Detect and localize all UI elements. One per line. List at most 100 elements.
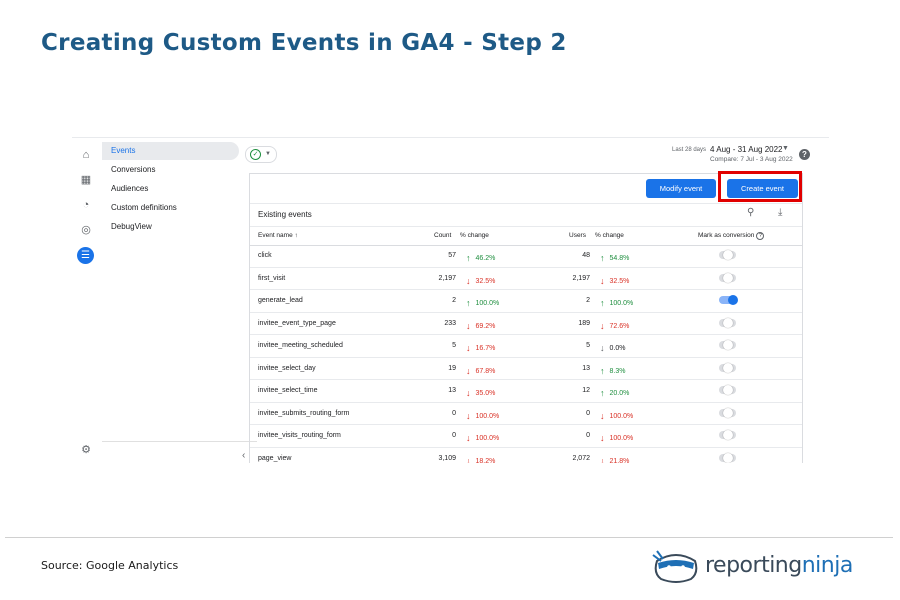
date-range-picker[interactable]: 4 Aug - 31 Aug 2022 bbox=[710, 145, 783, 154]
table-row[interactable]: invitee_submits_routing_form 0 ↓ 100.0% 0 ↓ 10… bbox=[250, 403, 802, 425]
col-mark-conversion-label: Mark as conversion bbox=[698, 232, 755, 239]
event-name-cell[interactable]: first_visit bbox=[258, 275, 285, 282]
col-count-change[interactable]: % change bbox=[460, 232, 489, 239]
count-change-value: 32.5% bbox=[475, 277, 496, 285]
toggle-knob bbox=[723, 430, 733, 440]
existing-events-title: Existing events bbox=[258, 210, 312, 219]
event-name-cell[interactable]: generate_lead bbox=[258, 297, 303, 304]
subnav-item-audiences[interactable]: Audiences bbox=[102, 180, 239, 198]
event-name-cell[interactable]: invitee_visits_routing_form bbox=[258, 432, 341, 439]
event-name-cell[interactable]: invitee_meeting_scheduled bbox=[258, 342, 343, 349]
toggle-knob bbox=[723, 317, 733, 328]
modify-event-button[interactable]: Modify event bbox=[646, 179, 716, 198]
event-name-cell[interactable]: invitee_submits_routing_form bbox=[258, 410, 349, 417]
table-row[interactable]: first_visit 2,197 ↓ 32.5% 2,197 ↓ 32.5% bbox=[250, 268, 802, 290]
table-row[interactable]: page_view 3,109 ↓ 18.2% 2,072 ↓ 21.8% bbox=[250, 448, 802, 464]
subnav-item-label: Events bbox=[111, 146, 136, 155]
table-header: Event name ↑ Count % change Users % chan… bbox=[250, 226, 802, 246]
caret-down-icon[interactable]: ▼ bbox=[782, 145, 789, 152]
count-cell: 2 bbox=[452, 297, 456, 304]
explore-icon[interactable]: ◔ bbox=[79, 198, 93, 212]
table-row[interactable]: invitee_meeting_scheduled 5 ↓ 16.7% 5 ↓ 0.0% bbox=[250, 335, 802, 358]
download-icon[interactable]: ⤓ bbox=[778, 207, 782, 218]
count-change-value: 16.7% bbox=[475, 345, 496, 352]
col-event-name[interactable]: Event name ↑ bbox=[258, 232, 298, 239]
logo-text-reporting: reporting bbox=[705, 553, 802, 578]
arrow-down-icon: ↓ bbox=[466, 365, 471, 376]
users-cell: 2,197 bbox=[572, 274, 590, 282]
subnav-item-label: DebugView bbox=[111, 222, 152, 231]
count-change-cell: ↑ 46.2% bbox=[466, 252, 516, 263]
count-cell: 0 bbox=[452, 432, 456, 439]
count-cell: 19 bbox=[448, 364, 456, 372]
mark-conversion-toggle[interactable] bbox=[719, 407, 736, 418]
subnav-divider bbox=[102, 441, 257, 442]
help-icon[interactable]: ? bbox=[799, 149, 810, 160]
mark-conversion-toggle[interactable] bbox=[719, 385, 736, 395]
logo-text-ninja: ninja bbox=[801, 553, 854, 578]
col-mark-conversion[interactable]: Mark as conversion? bbox=[698, 232, 765, 240]
toggle-knob bbox=[723, 272, 733, 283]
arrow-up-icon: ↑ bbox=[600, 388, 605, 398]
col-count[interactable]: Count bbox=[434, 232, 451, 239]
table-row[interactable]: invitee_visits_routing_form 0 ↓ 100.0% 0 ↓ 100… bbox=[250, 425, 802, 448]
mark-conversion-toggle[interactable] bbox=[719, 272, 736, 283]
event-name-cell[interactable]: click bbox=[258, 252, 272, 259]
table-row[interactable]: generate_lead 2 ↑ 100.0% 2 ↑ 100.0% bbox=[250, 290, 802, 313]
event-name-cell[interactable]: invitee_select_day bbox=[258, 365, 316, 372]
subnav-item-events[interactable]: Events bbox=[102, 142, 239, 160]
users-change-value: 8.3% bbox=[609, 367, 626, 375]
data-status-dropdown[interactable]: ✓ ▼ bbox=[245, 146, 277, 163]
mark-conversion-toggle[interactable] bbox=[719, 430, 736, 440]
count-cell: 0 bbox=[452, 409, 456, 417]
configure-icon[interactable]: ☰ bbox=[77, 247, 94, 264]
toggle-knob bbox=[723, 407, 733, 418]
users-cell: 13 bbox=[582, 364, 590, 372]
users-change-value: 32.5% bbox=[609, 277, 630, 285]
event-name-cell[interactable]: invitee_event_type_page bbox=[258, 320, 336, 327]
mark-conversion-toggle[interactable] bbox=[719, 362, 736, 373]
mark-conversion-toggle[interactable] bbox=[719, 317, 736, 328]
search-icon[interactable]: ⚲ bbox=[747, 207, 754, 218]
count-change-cell: ↓ 16.7% bbox=[466, 342, 516, 353]
count-cell: 57 bbox=[448, 252, 456, 259]
table-row[interactable]: invitee_select_time 13 ↓ 35.0% 12 ↑ 20.0% bbox=[250, 380, 802, 403]
nav-rail: ⌂ ▦ ◔ ◎ ☰ ⚙ bbox=[72, 138, 100, 463]
table-row[interactable]: click 57 ↑ 46.2% 48 ↑ 54.8% bbox=[250, 245, 802, 268]
col-users[interactable]: Users bbox=[569, 232, 586, 239]
event-name-cell[interactable]: invitee_select_time bbox=[258, 387, 318, 394]
footer-divider bbox=[5, 537, 893, 538]
event-name-cell[interactable]: page_view bbox=[258, 455, 291, 462]
table-row[interactable]: invitee_event_type_page 233 ↓ 69.2% 189 ↓ 72.6… bbox=[250, 313, 802, 335]
arrow-down-icon: ↓ bbox=[600, 410, 605, 421]
users-change-cell: ↓ 72.6% bbox=[600, 320, 650, 331]
count-change-value: 69.2% bbox=[475, 322, 496, 330]
toggle-knob bbox=[723, 452, 733, 463]
arrow-down-icon: ↓ bbox=[600, 455, 605, 464]
mark-conversion-toggle[interactable] bbox=[719, 250, 736, 260]
arrow-down-icon: ↓ bbox=[466, 388, 471, 398]
arrow-up-icon: ↑ bbox=[600, 298, 605, 308]
main-content: ✓ ▼ Last 28 days 4 Aug - 31 Aug 2022 ▼ C… bbox=[245, 138, 829, 463]
col-users-change[interactable]: % change bbox=[595, 232, 624, 239]
subnav-item-label: Custom definitions bbox=[111, 203, 177, 212]
subnav-item-conversions[interactable]: Conversions bbox=[102, 161, 239, 179]
arrow-down-icon: ↓ bbox=[466, 433, 471, 443]
count-change-value: 35.0% bbox=[475, 390, 496, 397]
mark-conversion-toggle[interactable] bbox=[719, 340, 736, 350]
subnav-item-custom-definitions[interactable]: Custom definitions bbox=[102, 199, 239, 217]
arrow-down-icon: ↓ bbox=[466, 343, 471, 353]
mark-conversion-toggle[interactable] bbox=[719, 452, 736, 463]
users-cell: 189 bbox=[578, 319, 590, 327]
advertising-icon[interactable]: ◎ bbox=[79, 223, 93, 237]
help-icon[interactable]: ? bbox=[756, 232, 765, 240]
arrow-up-icon: ↑ bbox=[600, 365, 605, 376]
subnav-item-debugview[interactable]: DebugView bbox=[102, 218, 239, 236]
users-cell: 2 bbox=[586, 297, 590, 304]
home-icon[interactable]: ⌂ bbox=[79, 148, 93, 162]
mark-conversion-toggle[interactable] bbox=[719, 295, 738, 305]
reports-icon[interactable]: ▦ bbox=[79, 173, 93, 187]
table-row[interactable]: invitee_select_day 19 ↓ 67.8% 13 ↑ 8.3% bbox=[250, 358, 802, 380]
settings-icon[interactable]: ⚙ bbox=[79, 443, 93, 457]
count-change-cell: ↑ 100.0% bbox=[466, 297, 516, 308]
